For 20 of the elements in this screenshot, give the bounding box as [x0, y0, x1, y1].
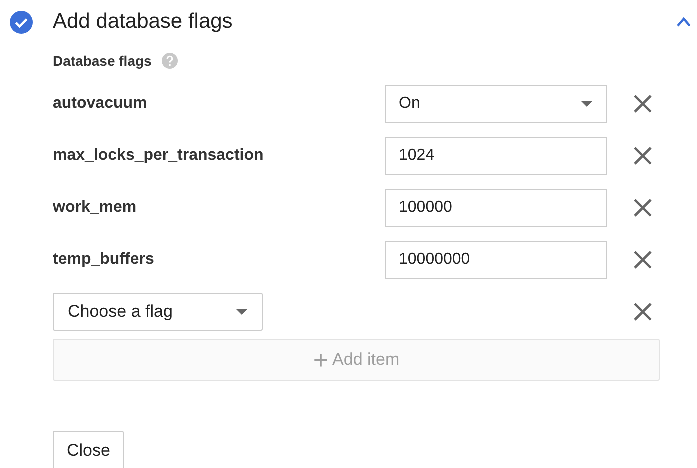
flag-dropdown[interactable]: Choose a flag: [53, 293, 263, 331]
remove-icon[interactable]: [633, 198, 653, 218]
field-label: Database flags: [53, 53, 152, 69]
value-field[interactable]: 100000: [385, 189, 607, 227]
remove-icon[interactable]: [633, 94, 653, 114]
flag-name: work_mem: [53, 199, 138, 217]
value-field[interactable]: 10000000: [385, 241, 607, 279]
flag-name: max_locks_per_transaction: [53, 147, 265, 165]
value-field[interactable]: 1024: [385, 137, 607, 175]
flag-name: autovacuum: [53, 95, 148, 113]
remove-icon[interactable]: [633, 146, 653, 166]
close-button[interactable]: Close: [53, 431, 124, 468]
remove-icon[interactable]: [633, 302, 653, 322]
flag-name: temp_buffers: [53, 251, 156, 269]
section-title: Add database flags: [53, 10, 234, 34]
dropdown-caret-icon: [581, 101, 593, 107]
dropdown-caret-icon: [236, 309, 248, 315]
remove-icon[interactable]: [633, 250, 653, 270]
collapse-chevron-icon[interactable]: [677, 17, 691, 27]
value-dropdown[interactable]: On: [385, 85, 607, 123]
